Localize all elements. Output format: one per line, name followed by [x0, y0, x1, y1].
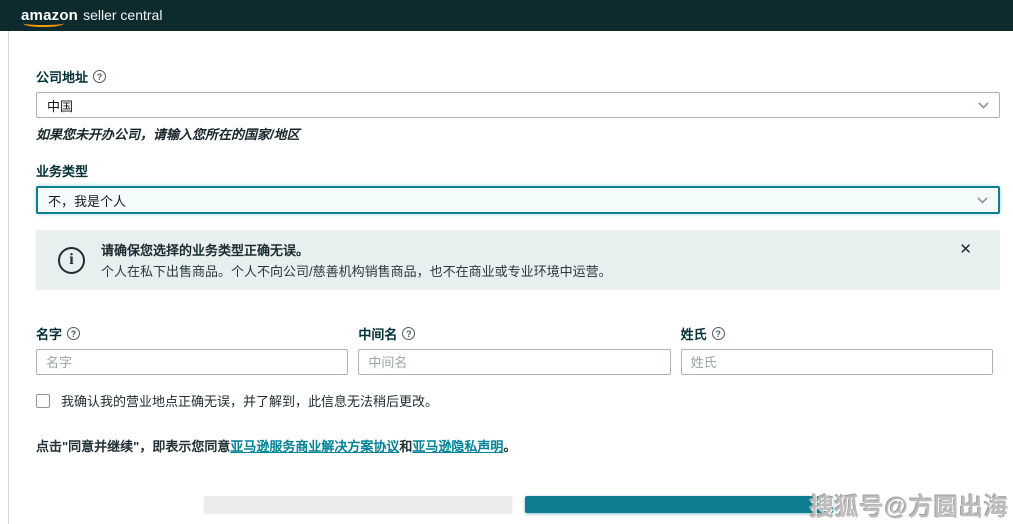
- top-nav-bar: amazon seller central: [0, 0, 1013, 31]
- name-fields-row: 名字 ? 中间名 ? 姓氏 ?: [36, 324, 993, 375]
- last-name-input[interactable]: [681, 349, 993, 375]
- agreement-suffix: 。: [503, 439, 516, 454]
- confirm-location-checkbox[interactable]: [36, 394, 50, 408]
- chevron-down-icon: [978, 102, 989, 109]
- seller-central-label: seller central: [83, 7, 162, 23]
- first-name-field-group: 名字 ?: [36, 324, 348, 375]
- middle-name-label-row: 中间名 ?: [358, 324, 670, 343]
- company-address-label: 公司地址: [36, 67, 88, 86]
- first-name-label: 名字: [36, 324, 62, 343]
- amazon-smile-icon: [23, 22, 64, 27]
- agreement-prefix: 点击"同意并继续"，即表示您同意: [36, 439, 230, 454]
- business-type-alert: i 请确保您选择的业务类型正确无误。 个人在私下出售商品。个人不向公司/慈善机构…: [36, 230, 1000, 290]
- middle-name-label: 中间名: [358, 324, 397, 343]
- confirm-location-label: 我确认我的营业地点正确无误，并了解到，此信息无法稍后更改。: [61, 391, 438, 410]
- first-name-input[interactable]: [36, 349, 348, 375]
- company-address-label-row: 公司地址 ?: [36, 67, 1000, 86]
- watermark: 搜狐号@方圆出海: [810, 487, 1009, 522]
- registration-form: 公司地址 ? 中国 如果您未开办公司，请输入您所在的国家/地区 业务类型 不，我…: [8, 31, 1013, 524]
- company-address-value: 中国: [47, 96, 73, 115]
- last-name-field-group: 姓氏 ?: [681, 324, 993, 375]
- agree-and-continue-button[interactable]: [525, 496, 833, 513]
- first-name-label-row: 名字 ?: [36, 324, 348, 343]
- business-type-value: 不，我是个人: [48, 191, 126, 210]
- privacy-notice-link[interactable]: 亚马逊隐私声明: [412, 439, 503, 454]
- business-type-label-row: 业务类型: [36, 161, 1000, 180]
- info-icon: i: [58, 247, 85, 274]
- middle-name-input[interactable]: [358, 349, 670, 375]
- chevron-down-icon: [977, 197, 988, 204]
- middle-name-help-icon[interactable]: ?: [402, 327, 415, 340]
- business-type-label: 业务类型: [36, 161, 88, 180]
- alert-text: 请确保您选择的业务类型正确无误。 个人在私下出售商品。个人不向公司/慈善机构销售…: [101, 240, 943, 280]
- amazon-seller-central-logo[interactable]: amazon seller central: [21, 7, 162, 24]
- last-name-help-icon[interactable]: ?: [712, 327, 725, 340]
- close-icon[interactable]: ✕: [959, 242, 972, 257]
- agreement-text: 点击"同意并继续"，即表示您同意亚马逊服务商业解决方案协议和亚马逊隐私声明。: [36, 436, 1000, 455]
- business-solutions-agreement-link[interactable]: 亚马逊服务商业解决方案协议: [230, 439, 399, 454]
- last-name-label: 姓氏: [681, 324, 707, 343]
- company-address-help-icon[interactable]: ?: [93, 70, 106, 83]
- amazon-logo: amazon: [21, 7, 78, 24]
- first-name-help-icon[interactable]: ?: [67, 327, 80, 340]
- alert-title: 请确保您选择的业务类型正确无误。: [101, 240, 943, 259]
- confirm-location-row: 我确认我的营业地点正确无误，并了解到，此信息无法稍后更改。: [36, 391, 1000, 410]
- last-name-label-row: 姓氏 ?: [681, 324, 993, 343]
- company-address-note: 如果您未开办公司，请输入您所在的国家/地区: [36, 124, 1000, 143]
- company-address-select[interactable]: 中国: [36, 92, 1000, 118]
- middle-name-field-group: 中间名 ?: [358, 324, 670, 375]
- agreement-conjunction: 和: [399, 439, 412, 454]
- business-type-select[interactable]: 不，我是个人: [36, 186, 1000, 214]
- previous-button[interactable]: [204, 496, 512, 513]
- alert-body: 个人在私下出售商品。个人不向公司/慈善机构销售商品，也不在商业或专业环境中运营。: [101, 261, 943, 280]
